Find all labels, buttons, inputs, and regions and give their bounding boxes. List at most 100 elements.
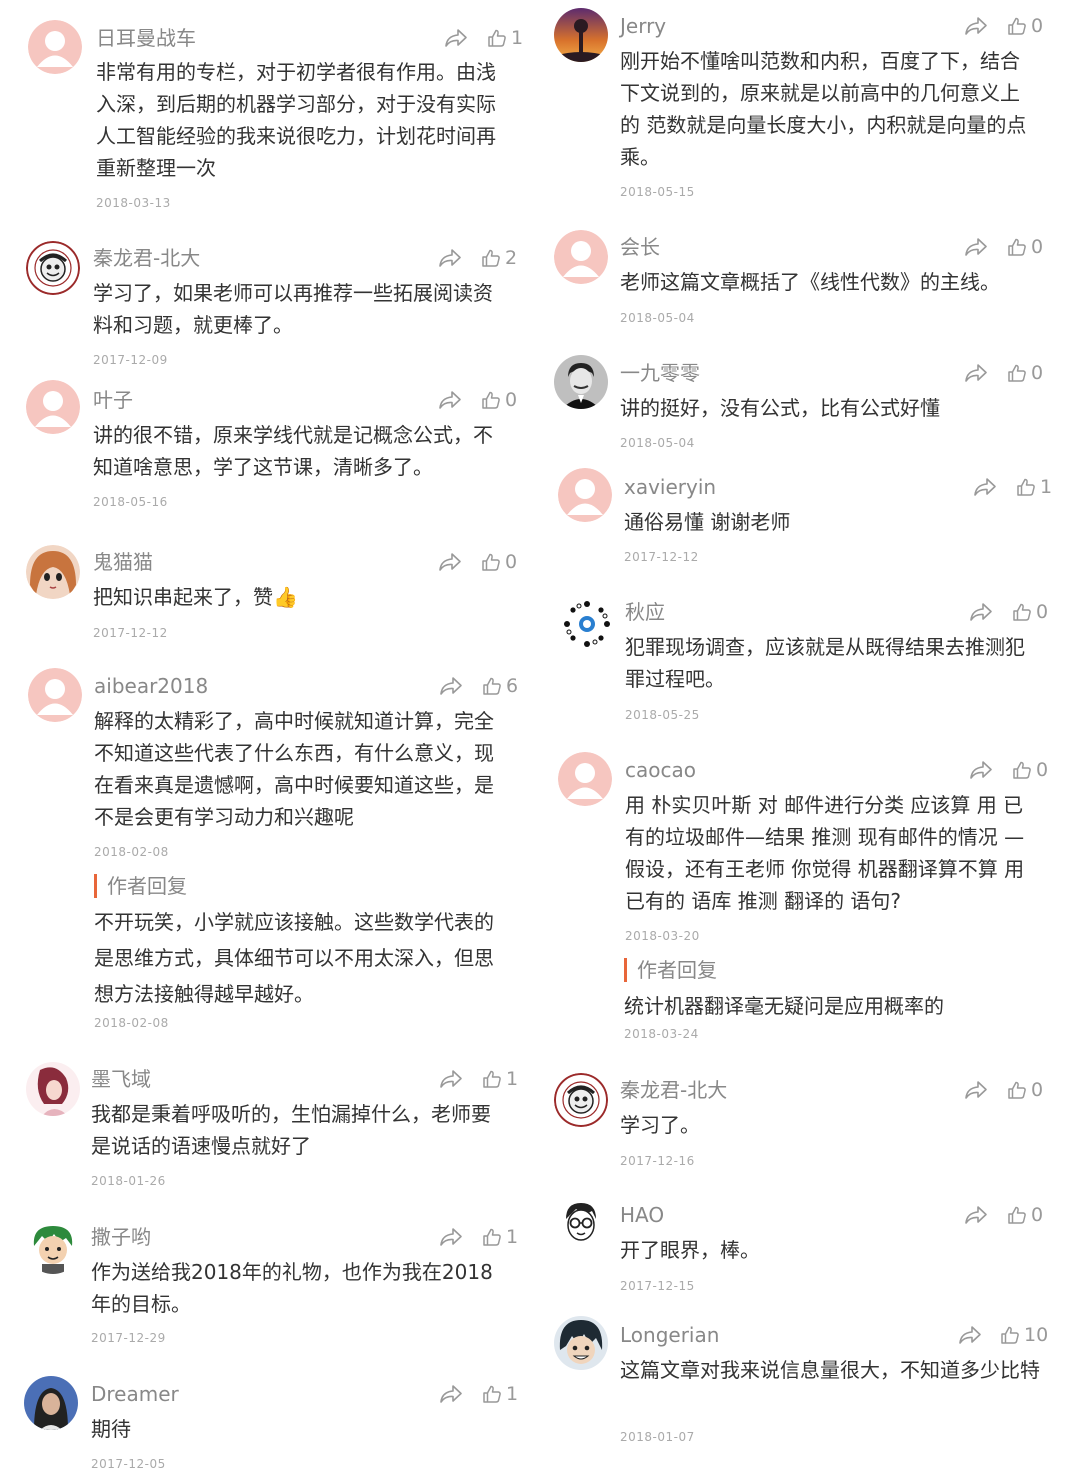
share-icon[interactable] bbox=[963, 362, 989, 384]
avatar[interactable] bbox=[26, 380, 80, 434]
comment-date: 2018-05-04 bbox=[620, 436, 695, 450]
share-icon[interactable] bbox=[963, 1079, 989, 1101]
comment-author-name[interactable]: HAO bbox=[620, 1203, 664, 1227]
like-button[interactable]: 0 bbox=[1007, 361, 1043, 385]
comment-author-name[interactable]: 鬼猫猫 bbox=[93, 550, 153, 574]
like-button[interactable]: 0 bbox=[1007, 1078, 1043, 1102]
avatar[interactable] bbox=[558, 468, 612, 522]
dots-ring-logo-avatar bbox=[560, 597, 614, 651]
avatar[interactable] bbox=[26, 1062, 80, 1116]
comment-text: 刚开始不懂啥叫范数和内积，百度了下，结合下文说到的，原来就是以前高中的几何意义上… bbox=[620, 49, 1027, 169]
like-count: 0 bbox=[1031, 1079, 1044, 1101]
comment-author-name[interactable]: xavieryin bbox=[624, 475, 716, 499]
comment-date: 2018-05-04 bbox=[620, 311, 695, 325]
comment-author-name[interactable]: Jerry bbox=[620, 14, 666, 38]
comment-author-name[interactable]: 秦龙君-北大 bbox=[93, 246, 200, 270]
thumbs-up-icon bbox=[1012, 760, 1032, 780]
comment-text: 学习了。 bbox=[620, 1113, 700, 1137]
sunset-silhouette-avatar bbox=[554, 8, 608, 62]
comment-author-name[interactable]: 会长 bbox=[620, 235, 660, 259]
comment-date: 2018-05-16 bbox=[93, 495, 168, 509]
illustration-girl-avatar bbox=[26, 1062, 80, 1116]
thumbs-up-icon bbox=[1012, 602, 1032, 622]
comment-author-name[interactable]: caocao bbox=[625, 758, 696, 782]
comment-column-left: 日耳曼战车 1 非常有用的专栏，对于初学者很有作用。由浅入深，到后期的机器学习部分，… bbox=[0, 0, 540, 1475]
avatar[interactable] bbox=[26, 545, 80, 599]
avatar[interactable] bbox=[554, 230, 608, 284]
share-icon[interactable] bbox=[968, 759, 994, 781]
like-button[interactable]: 0 bbox=[481, 388, 517, 412]
thumbs-up-icon bbox=[1016, 477, 1036, 497]
comment-author-name[interactable]: Dreamer bbox=[91, 1382, 179, 1406]
comment-author-name[interactable]: aibear2018 bbox=[94, 674, 208, 698]
like-button[interactable]: 0 bbox=[1007, 1203, 1043, 1227]
share-icon[interactable] bbox=[957, 1324, 983, 1346]
vintage-portrait-avatar bbox=[554, 355, 608, 409]
comment-author-name[interactable]: 叶子 bbox=[93, 388, 133, 412]
thumbs-up-icon bbox=[1007, 16, 1027, 36]
like-button[interactable]: 0 bbox=[481, 550, 517, 574]
peking-university-seal-avatar bbox=[26, 241, 80, 295]
avatar[interactable] bbox=[554, 355, 608, 409]
avatar[interactable] bbox=[554, 1316, 608, 1370]
default-avatar-icon bbox=[558, 752, 612, 806]
avatar[interactable] bbox=[26, 1220, 80, 1274]
like-count: 0 bbox=[1031, 1204, 1044, 1226]
comment-date: 2018-03-20 bbox=[625, 929, 700, 943]
comment-author-name[interactable]: 日耳曼战车 bbox=[96, 26, 196, 50]
comment-author-name[interactable]: 墨飞域 bbox=[91, 1067, 151, 1091]
like-button[interactable]: 1 bbox=[1016, 475, 1052, 499]
share-icon[interactable] bbox=[963, 1204, 989, 1226]
peking-university-seal-avatar bbox=[554, 1073, 608, 1127]
share-icon[interactable] bbox=[972, 476, 998, 498]
avatar[interactable] bbox=[26, 241, 80, 295]
avatar[interactable] bbox=[24, 1376, 78, 1430]
glasses-cartoon-avatar bbox=[554, 1197, 608, 1251]
avatar[interactable] bbox=[28, 20, 82, 74]
share-icon[interactable] bbox=[437, 389, 463, 411]
comment-date: 2018-03-13 bbox=[96, 196, 171, 210]
avatar[interactable] bbox=[554, 1073, 608, 1127]
like-button[interactable]: 6 bbox=[482, 674, 518, 698]
thumbs-up-icon bbox=[481, 390, 501, 410]
share-icon[interactable] bbox=[438, 1068, 464, 1090]
comment-author-name[interactable]: 秦龙君-北大 bbox=[620, 1078, 727, 1102]
share-icon[interactable] bbox=[963, 15, 989, 37]
comment-date: 2017-12-12 bbox=[624, 550, 699, 564]
like-button[interactable]: 2 bbox=[481, 246, 517, 270]
share-icon[interactable] bbox=[963, 236, 989, 258]
avatar[interactable] bbox=[558, 752, 612, 806]
share-icon[interactable] bbox=[438, 1226, 464, 1248]
like-button[interactable]: 0 bbox=[1007, 14, 1043, 38]
share-icon[interactable] bbox=[438, 675, 464, 697]
like-count: 0 bbox=[1036, 759, 1049, 781]
comment-text: 讲的挺好，没有公式，比有公式好懂 bbox=[620, 396, 940, 420]
comment-author-name[interactable]: 一九零零 bbox=[620, 361, 700, 385]
share-icon[interactable] bbox=[437, 551, 463, 573]
avatar[interactable] bbox=[554, 8, 608, 62]
like-button[interactable]: 1 bbox=[487, 26, 523, 50]
like-button[interactable]: 0 bbox=[1007, 235, 1043, 259]
comment-text: 非常有用的专栏，对于初学者很有作用。由浅入深，到后期的机器学习部分，对于没有实际… bbox=[96, 60, 496, 180]
share-icon[interactable] bbox=[438, 1383, 464, 1405]
like-button[interactable]: 0 bbox=[1012, 600, 1048, 624]
avatar[interactable] bbox=[28, 668, 82, 722]
comment-author-name[interactable]: Longerian bbox=[620, 1323, 719, 1347]
share-icon[interactable] bbox=[443, 27, 469, 49]
like-count: 2 bbox=[505, 247, 518, 269]
comment-text: 通俗易懂 谢谢老师 bbox=[624, 510, 791, 534]
like-button[interactable]: 1 bbox=[482, 1067, 518, 1091]
avatar[interactable] bbox=[560, 597, 614, 651]
like-button[interactable]: 1 bbox=[482, 1225, 518, 1249]
share-icon[interactable] bbox=[968, 601, 994, 623]
comment-author-name[interactable]: 秋应 bbox=[625, 600, 665, 624]
like-button[interactable]: 1 bbox=[482, 1382, 518, 1406]
share-icon[interactable] bbox=[437, 247, 463, 269]
like-count: 6 bbox=[506, 675, 519, 697]
comment-text: 讲的很不错，原来学线代就是记概念公式，不知道啥意思，学了这节课，清晰多了。 bbox=[93, 423, 493, 479]
like-button[interactable]: 10 bbox=[1000, 1323, 1048, 1347]
comment-author-name[interactable]: 撒子哟 bbox=[91, 1225, 151, 1249]
like-button[interactable]: 0 bbox=[1012, 758, 1048, 782]
avatar[interactable] bbox=[554, 1197, 608, 1251]
dark-hair-cartoon-avatar bbox=[554, 1316, 608, 1370]
